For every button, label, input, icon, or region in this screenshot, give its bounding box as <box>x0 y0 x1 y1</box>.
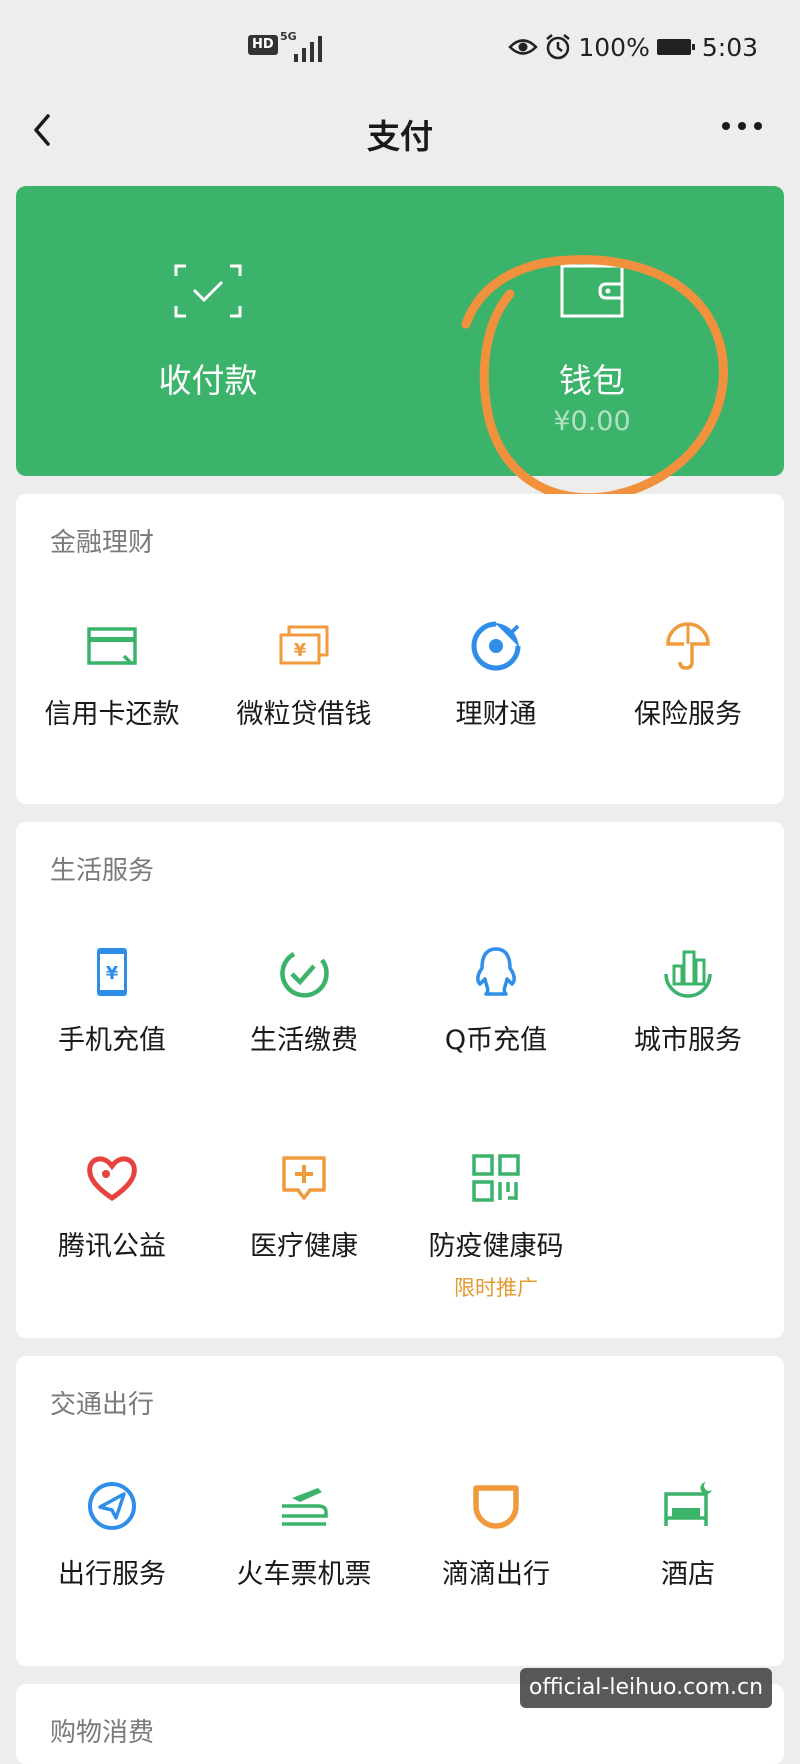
battery-icon <box>656 39 695 55</box>
scan-check-icon <box>174 264 242 318</box>
alarm-icon <box>546 34 571 60</box>
receive-pay-label: 收付款 <box>158 361 258 400</box>
hd-badge: HD <box>248 35 278 55</box>
grid-label: 腾讯公益 <box>58 1231 166 1262</box>
grid-label: 酒店 <box>661 1559 715 1590</box>
didi-icon <box>473 1485 519 1529</box>
page-title: 支付 <box>367 117 433 156</box>
promo-tag: 限时推广 <box>454 1276 538 1300</box>
svg-text:¥: ¥ <box>294 640 307 661</box>
insurance-icon <box>666 622 710 670</box>
grid-label: 手机充值 <box>58 1025 166 1056</box>
grid-label: 生活缴费 <box>250 1025 358 1056</box>
section-title: 生活服务 <box>50 856 155 886</box>
section-title: 金融理财 <box>50 528 155 558</box>
grid-label: 保险服务 <box>634 699 742 730</box>
grid-label: 防疫健康码 <box>428 1231 564 1262</box>
qq-coin-icon <box>476 947 516 996</box>
status-bar: HD 5G 100% 5:03 <box>0 0 800 90</box>
wealth-icon <box>471 621 521 671</box>
medical-icon <box>282 1156 326 1200</box>
city-service-icon <box>664 950 712 998</box>
status-right: 100% 5:03 <box>508 30 758 64</box>
grid-label: Q币充值 <box>444 1025 548 1056</box>
annotation-circle-mark <box>461 255 728 503</box>
grid-label: 信用卡还款 <box>44 699 180 730</box>
grid-label: 理财通 <box>455 699 537 730</box>
grid-label: 火车票机票 <box>236 1559 372 1590</box>
grid-label: 滴滴出行 <box>442 1559 550 1590</box>
phone-topup-icon: ¥ <box>97 948 127 996</box>
charity-icon <box>87 1156 137 1202</box>
watermark: official-leihuo.com.cn <box>520 1668 772 1708</box>
utility-bill-icon <box>280 952 329 998</box>
svg-text:¥: ¥ <box>106 963 119 984</box>
travel-icon <box>88 1482 136 1530</box>
nav-bar: 支付 <box>0 90 800 182</box>
loan-icon: ¥ <box>279 625 329 665</box>
grid-label: 城市服务 <box>634 1025 742 1056</box>
section-transport: 交通出行 出行服务 火车票机票 滴滴出行 酒店 <box>16 1356 784 1666</box>
receive-pay-button[interactable]: 收付款 <box>16 186 400 476</box>
qr-code-icon <box>472 1154 520 1202</box>
section-title: 购物消费 <box>50 1718 155 1748</box>
grid-label: 医疗健康 <box>250 1231 358 1262</box>
more-icon[interactable] <box>720 116 764 136</box>
eye-icon <box>508 39 539 55</box>
section-life-services: 生活服务 ¥ 手机充值 生活缴费 Q币充值 城市服务 腾讯公益 医疗健康 防疫健… <box>16 822 784 1338</box>
section-title: 交通出行 <box>50 1390 155 1420</box>
section-finance: 金融理财 信用卡还款 ¥ 微粒贷借钱 理财通 保险服务 <box>16 494 784 804</box>
battery-percent: 100% <box>578 32 650 62</box>
hotel-icon <box>664 1482 712 1526</box>
grid-label: 出行服务 <box>58 1559 166 1590</box>
clock-time: 5:03 <box>701 32 758 62</box>
train-plane-icon <box>282 1488 328 1526</box>
credit-card-icon <box>87 627 137 666</box>
grid-label: 微粒贷借钱 <box>236 699 372 730</box>
